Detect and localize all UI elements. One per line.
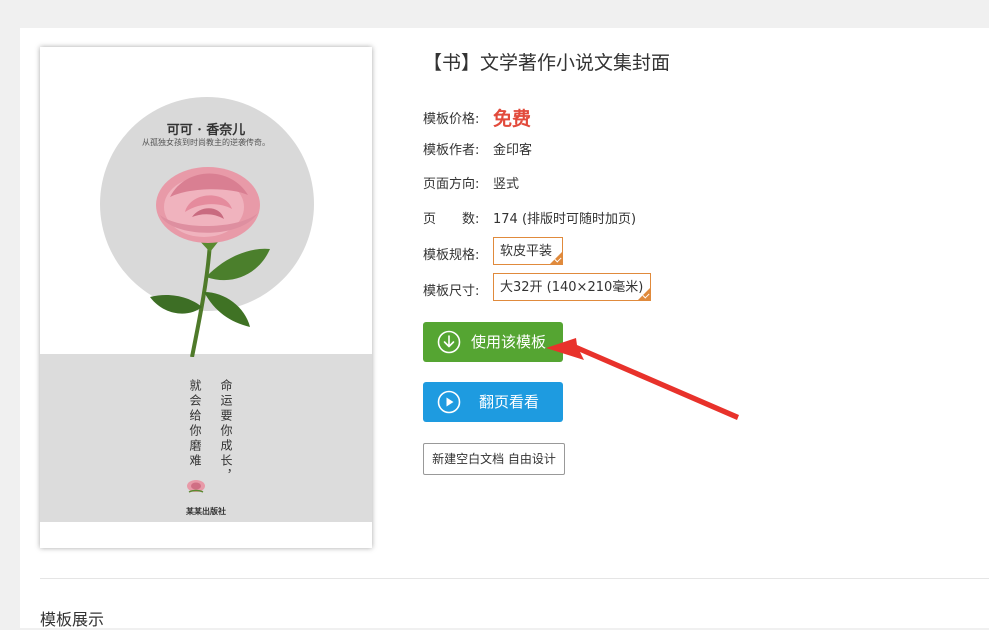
size-option-selected[interactable]: 大32开 (140×210毫米): [493, 273, 651, 301]
download-circle-icon: [437, 330, 461, 354]
size-row: 模板尺寸:: [423, 280, 493, 299]
cover-lower-band: [40, 354, 372, 522]
author-row: 模板作者: 金印客: [423, 139, 532, 158]
cover-publisher: 某某出版社: [186, 506, 226, 516]
cover-subtitle: 从孤独女孩到时尚教主的逆袭传奇。: [142, 138, 270, 147]
pages-value: 174 (排版时可随时加页): [493, 212, 637, 227]
size-option-text: 大32开 (140×210毫米): [500, 280, 644, 295]
section-divider: [40, 578, 989, 579]
section-title: 模板展示: [40, 610, 105, 629]
rose-illustration: [150, 167, 270, 357]
spec-option-selected[interactable]: 软皮平装: [493, 237, 563, 265]
pages-label: 页 数:: [423, 212, 480, 227]
play-circle-icon: [437, 390, 461, 414]
cover-preview[interactable]: 可可 · 香奈儿 从孤独女孩到时尚教主的逆袭传奇。 命运要你成长， 就会给你磨难…: [40, 47, 372, 548]
size-label: 模板尺寸:: [423, 284, 480, 299]
use-template-label: 使用该模板: [471, 333, 547, 351]
flip-view-label: 翻页看看: [479, 393, 540, 411]
spec-label: 模板规格:: [423, 248, 480, 263]
price-value: 免费: [493, 108, 532, 130]
orientation-value: 竖式: [493, 177, 520, 192]
pages-row: 页 数: 174 (排版时可随时加页): [423, 208, 636, 227]
check-corner-icon: [549, 251, 563, 265]
template-title: 【书】文学著作小说文集封面: [423, 52, 671, 74]
cover-verse-right: 命运要你成长，: [219, 379, 233, 484]
spec-row: 模板规格:: [423, 244, 493, 263]
annotation-arrow-icon: [546, 338, 739, 420]
price-label: 模板价格:: [423, 112, 480, 127]
price-row: 模板价格: 免费: [423, 104, 531, 131]
spec-option-text: 软皮平装: [500, 244, 553, 259]
cover-title: 可可 · 香奈儿: [166, 123, 246, 138]
cover-verse-left: 就会给你磨难: [188, 379, 202, 469]
orientation-row: 页面方向: 竖式: [423, 173, 519, 192]
author-value: 金印客: [493, 143, 533, 158]
small-rose-icon: [187, 480, 205, 493]
new-blank-document-button[interactable]: 新建空白文档 自由设计: [423, 443, 565, 475]
orientation-label: 页面方向:: [423, 177, 480, 192]
author-label: 模板作者:: [423, 143, 480, 158]
check-corner-icon: [637, 287, 651, 301]
